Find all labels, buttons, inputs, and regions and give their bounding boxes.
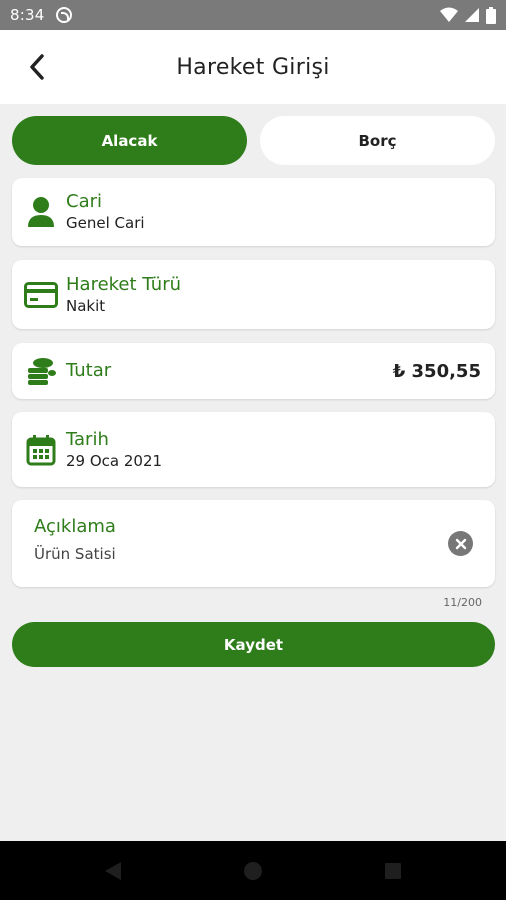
- chevron-left-icon: [30, 54, 44, 80]
- transaction-type-toggle: Alacak Borç: [12, 116, 495, 165]
- status-time: 8:34: [10, 6, 45, 24]
- debit-tab-button[interactable]: Borç: [260, 116, 495, 165]
- amount-field[interactable]: Tutar ₺ 350,55: [12, 343, 495, 399]
- movement-type-value: Nakit: [66, 296, 106, 315]
- credit-card-icon: [24, 278, 58, 312]
- credit-tab-button[interactable]: Alacak: [12, 116, 247, 165]
- movement-type-label: Hareket Türü: [66, 273, 182, 295]
- clear-description-button[interactable]: [448, 531, 473, 556]
- movement-type-field[interactable]: Hareket Türü Nakit: [12, 260, 495, 329]
- wifi-icon: [440, 7, 458, 22]
- circle-home-icon: [244, 861, 262, 880]
- signal-icon: [465, 8, 479, 22]
- sync-icon: [56, 7, 73, 23]
- status-icons: [440, 6, 496, 24]
- triangle-back-icon: [105, 861, 121, 880]
- battery-icon: [486, 6, 496, 24]
- person-icon: [24, 195, 58, 229]
- nav-home-button[interactable]: [242, 860, 264, 882]
- save-button[interactable]: Kaydet: [12, 622, 495, 667]
- square-recents-icon: [385, 862, 401, 879]
- date-label: Tarih: [66, 428, 109, 450]
- nav-recents-button[interactable]: [382, 860, 404, 882]
- coins-icon: [24, 354, 58, 388]
- amount-value: ₺ 350,55: [392, 360, 481, 382]
- status-bar: 8:34: [0, 0, 506, 30]
- date-field[interactable]: Tarih 29 Oca 2021: [12, 412, 495, 487]
- account-label: Cari: [66, 191, 102, 212]
- description-label: Açıklama: [34, 516, 116, 537]
- page-title: Hareket Girişi: [176, 54, 330, 80]
- description-field[interactable]: Açıklama Ürün Satisi: [12, 500, 495, 587]
- close-icon: [455, 538, 466, 549]
- description-input[interactable]: Ürün Satisi: [34, 545, 473, 563]
- app-bar: Hareket Girişi: [0, 30, 506, 104]
- amount-label: Tutar: [66, 360, 112, 381]
- back-button[interactable]: [22, 52, 52, 82]
- nav-back-button[interactable]: [102, 860, 124, 882]
- system-nav-bar: [0, 841, 506, 900]
- account-field[interactable]: Cari Genel Cari: [12, 178, 495, 246]
- account-value: Genel Cari: [66, 214, 145, 232]
- date-value: 29 Oca 2021: [66, 451, 163, 470]
- character-counter: 11/200: [443, 596, 482, 609]
- calendar-icon: [24, 433, 58, 467]
